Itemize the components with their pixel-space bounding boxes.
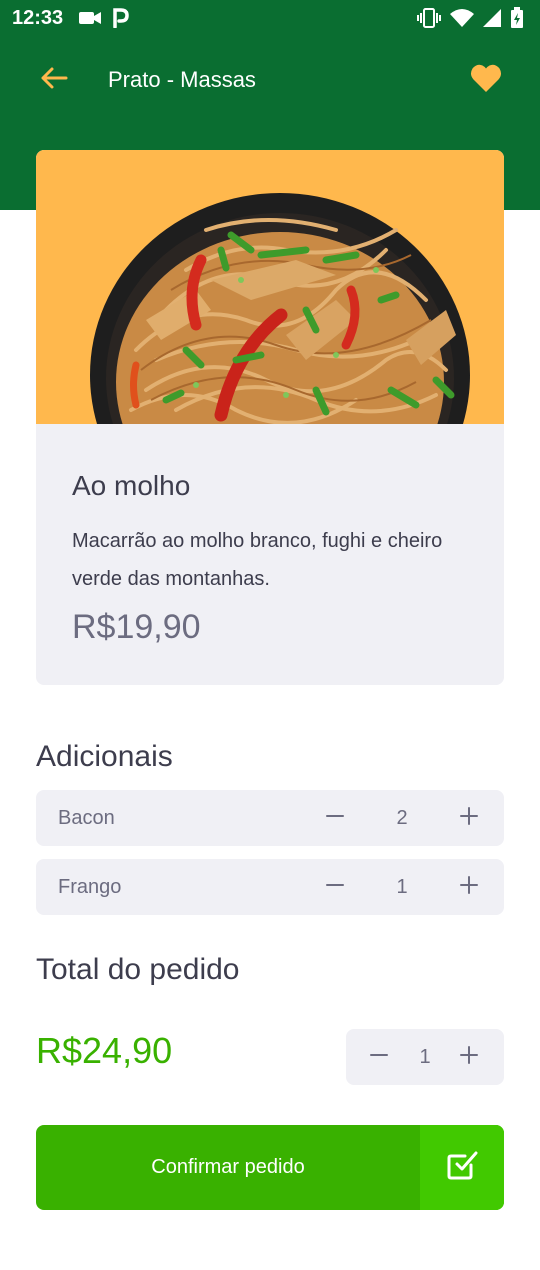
decrease-bacon-button[interactable] bbox=[319, 802, 351, 834]
favorite-button[interactable] bbox=[466, 62, 506, 98]
order-quantity: 1 bbox=[419, 1046, 431, 1068]
extra-item-name: Frango bbox=[58, 876, 122, 898]
confirm-order-button[interactable]: Confirmar pedido bbox=[36, 1125, 504, 1210]
decrease-frango-button[interactable] bbox=[319, 871, 351, 903]
extra-item-frango: Frango 1 bbox=[36, 859, 504, 915]
minus-icon bbox=[325, 806, 345, 831]
product-name: Ao molho bbox=[72, 470, 191, 501]
arrow-left-icon bbox=[40, 66, 68, 95]
wifi-icon bbox=[450, 8, 474, 33]
extra-item-quantity: 1 bbox=[396, 876, 408, 898]
minus-icon bbox=[325, 875, 345, 900]
product-price: R$19,90 bbox=[72, 608, 201, 646]
increase-order-button[interactable] bbox=[453, 1041, 485, 1073]
extras-title: Adicionais bbox=[36, 740, 173, 773]
app-bar: Prato - Massas bbox=[0, 52, 540, 108]
increase-frango-button[interactable] bbox=[453, 871, 485, 903]
check-square-icon bbox=[445, 1148, 479, 1187]
parking-icon bbox=[112, 8, 130, 33]
product-description: Macarrão ao molho branco, fughi e cheiro… bbox=[72, 530, 443, 590]
increase-bacon-button[interactable] bbox=[453, 802, 485, 834]
extra-item-name: Bacon bbox=[58, 807, 115, 829]
status-bar: 12:33 bbox=[0, 0, 540, 38]
order-total-price: R$24,90 bbox=[36, 1030, 173, 1071]
plus-icon bbox=[459, 1045, 479, 1070]
battery-icon bbox=[510, 7, 524, 34]
heart-icon bbox=[470, 63, 502, 98]
signal-icon bbox=[482, 8, 502, 33]
extra-item-quantity: 2 bbox=[396, 807, 408, 829]
order-total-title: Total do pedido bbox=[36, 953, 240, 986]
minus-icon bbox=[369, 1045, 389, 1070]
confirm-order-label: Confirmar pedido bbox=[151, 1156, 305, 1178]
plus-icon bbox=[459, 806, 479, 831]
order-quantity-stepper: 1 bbox=[346, 1029, 504, 1085]
confirm-icon-box bbox=[420, 1125, 504, 1210]
product-card: Ao molho Macarrão ao molho branco, fughi… bbox=[36, 150, 504, 685]
page-title: Prato - Massas bbox=[108, 67, 256, 92]
video-camera-icon bbox=[78, 9, 102, 32]
decrease-order-button[interactable] bbox=[363, 1041, 395, 1073]
plus-icon bbox=[459, 875, 479, 900]
extra-item-bacon: Bacon 2 bbox=[36, 790, 504, 846]
back-button[interactable] bbox=[36, 62, 72, 98]
status-time: 12:33 bbox=[12, 7, 64, 29]
pasta-dish-image bbox=[36, 150, 504, 424]
vibrate-icon bbox=[416, 7, 442, 34]
